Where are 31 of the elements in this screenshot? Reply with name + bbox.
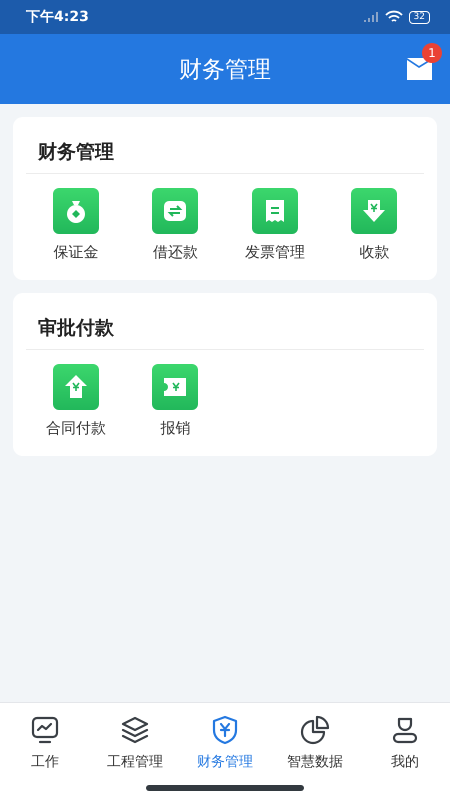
wifi-icon — [384, 10, 403, 24]
menu-tile[interactable] — [351, 188, 398, 234]
status-time: 下午4:23 — [26, 8, 89, 26]
menu-label[interactable]: 合同付款 — [46, 419, 106, 438]
menu-tile[interactable] — [152, 188, 198, 234]
notification-badge: 1 — [422, 43, 442, 63]
user-icon — [390, 715, 420, 745]
page-title: 财务管理 — [179, 56, 271, 84]
layers-icon — [120, 715, 150, 745]
menu-label[interactable]: 收款 — [359, 243, 390, 262]
tab-label[interactable]: 我的 — [391, 753, 419, 771]
yen-shield-icon — [210, 715, 240, 745]
menu-tile[interactable] — [52, 188, 99, 234]
menu-tile[interactable] — [52, 364, 99, 410]
tab-label[interactable]: 工程管理 — [107, 753, 163, 771]
menu-tile[interactable] — [152, 364, 198, 410]
pie-chart-icon — [300, 715, 330, 745]
section-title: 审批付款 — [26, 293, 424, 350]
tab-label[interactable]: 工作 — [31, 753, 59, 771]
menu-tile[interactable] — [252, 188, 298, 234]
menu-label[interactable]: 借还款 — [152, 243, 198, 262]
menu-label[interactable]: 保证金 — [53, 243, 98, 262]
menu-label[interactable]: 发票管理 — [244, 243, 305, 262]
battery-level: 32 — [408, 10, 430, 24]
mail-icon[interactable] — [406, 56, 433, 82]
signal-icon — [362, 11, 379, 23]
section-title: 财务管理 — [26, 117, 424, 174]
monitor-chart-icon — [30, 715, 60, 745]
tab-label[interactable]: 财务管理 — [197, 753, 253, 771]
tab-label[interactable]: 智慧数据 — [287, 753, 343, 771]
menu-label[interactable]: 报销 — [160, 419, 190, 438]
